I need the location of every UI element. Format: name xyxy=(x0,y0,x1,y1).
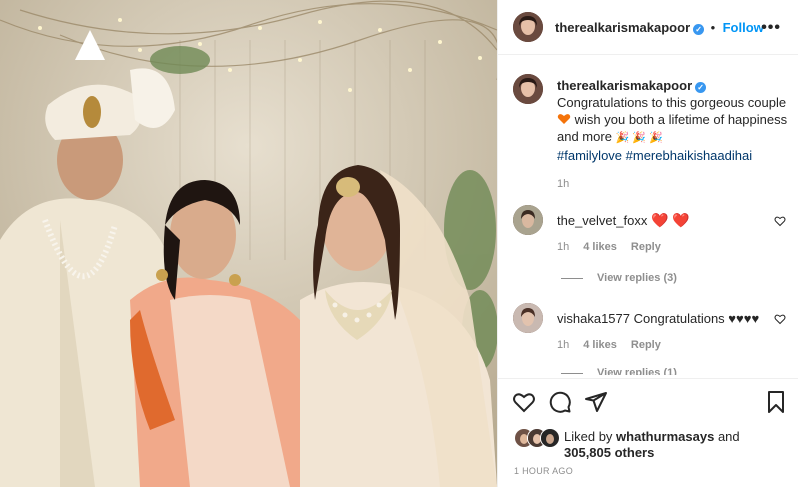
liked-by-text: Liked by whathurmasays and 305,805 other… xyxy=(564,429,784,461)
more-options-icon[interactable]: ••• xyxy=(761,19,781,37)
view-replies-button[interactable]: View replies (3) xyxy=(597,272,677,284)
post-header: therealkarismakapoor ✓ • Follow ••• xyxy=(498,0,798,55)
liked-by-and: and xyxy=(717,429,740,444)
liked-by-user[interactable]: whathurmasays xyxy=(616,429,714,444)
comment-reply-button[interactable]: Reply xyxy=(631,339,661,351)
wedding-photo xyxy=(0,0,497,487)
follow-button[interactable]: Follow xyxy=(723,20,764,35)
comment-username[interactable]: vishaka1577 xyxy=(557,311,630,326)
comment-time: 1h xyxy=(557,241,570,253)
liked-by-prefix: Liked by xyxy=(564,429,613,444)
replies-divider xyxy=(561,372,583,374)
liker-avatar xyxy=(540,428,560,448)
caption-username[interactable]: therealkarismakapoor xyxy=(557,78,692,93)
comment-item: vishaka1577 Congratulations ♥♥♥♥ 1h 4 lik… xyxy=(498,301,798,375)
comment-like-heart-icon[interactable] xyxy=(774,313,786,325)
caption-line-2: wish you both a lifetime of happiness xyxy=(574,112,788,127)
replies-divider xyxy=(561,277,583,279)
post-timestamp[interactable]: 1 HOUR AGO xyxy=(514,466,573,476)
separator-dot: • xyxy=(710,20,716,35)
commenter-avatar[interactable] xyxy=(513,205,543,235)
share-icon[interactable] xyxy=(584,390,608,414)
commenter-avatar[interactable] xyxy=(513,303,543,333)
comment-time: 1h xyxy=(557,339,570,351)
save-bookmark-icon[interactable] xyxy=(764,390,788,414)
view-replies-button[interactable]: View replies (1) xyxy=(597,367,677,375)
comment-reply-button[interactable]: Reply xyxy=(631,241,661,253)
likes-count[interactable]: 305,805 others xyxy=(564,445,654,460)
post-side-panel: therealkarismakapoor ✓ • Follow ••• there… xyxy=(497,0,798,487)
post-image[interactable] xyxy=(0,0,497,487)
author-avatar[interactable] xyxy=(513,12,543,42)
verified-badge-icon: ✓ xyxy=(695,82,707,93)
comment-likes[interactable]: 4 likes xyxy=(583,241,617,253)
comments-list[interactable]: therealkarismakapoor ✓ Congratulations to… xyxy=(498,55,798,375)
caption-time: 1h xyxy=(557,178,570,190)
author-username[interactable]: therealkarismakapoor xyxy=(555,20,690,35)
orange-heart-icon xyxy=(557,114,571,124)
like-heart-icon[interactable] xyxy=(512,390,536,414)
caption-line-3: and more xyxy=(557,129,612,144)
party-popper-icon: 🎉 🎉 🎉 xyxy=(615,132,663,144)
caption-line-1: Congratulations to this gorgeous couple xyxy=(557,95,787,110)
caption-hashtags[interactable]: #familylove #merebhaikishaadihai xyxy=(557,147,789,164)
comment-text: Congratulations ♥♥♥♥ xyxy=(633,311,760,326)
post-actions: Liked by whathurmasays and 305,805 other… xyxy=(498,378,798,487)
comment-likes[interactable]: 4 likes xyxy=(583,339,617,351)
comment-like-heart-icon[interactable] xyxy=(774,215,786,227)
verified-badge-icon: ✓ xyxy=(693,24,705,35)
caption: therealkarismakapoor ✓ Congratulations to… xyxy=(498,55,798,190)
comment-username[interactable]: the_velvet_foxx xyxy=(557,213,647,228)
caption-avatar[interactable] xyxy=(513,74,543,104)
comment-icon[interactable] xyxy=(548,390,572,414)
heart-emoji-icon: ❤️ ❤️ xyxy=(650,212,690,228)
comment-item: the_velvet_foxx ❤️ ❤️ 1h 4 likes Reply Vie… xyxy=(498,203,798,293)
